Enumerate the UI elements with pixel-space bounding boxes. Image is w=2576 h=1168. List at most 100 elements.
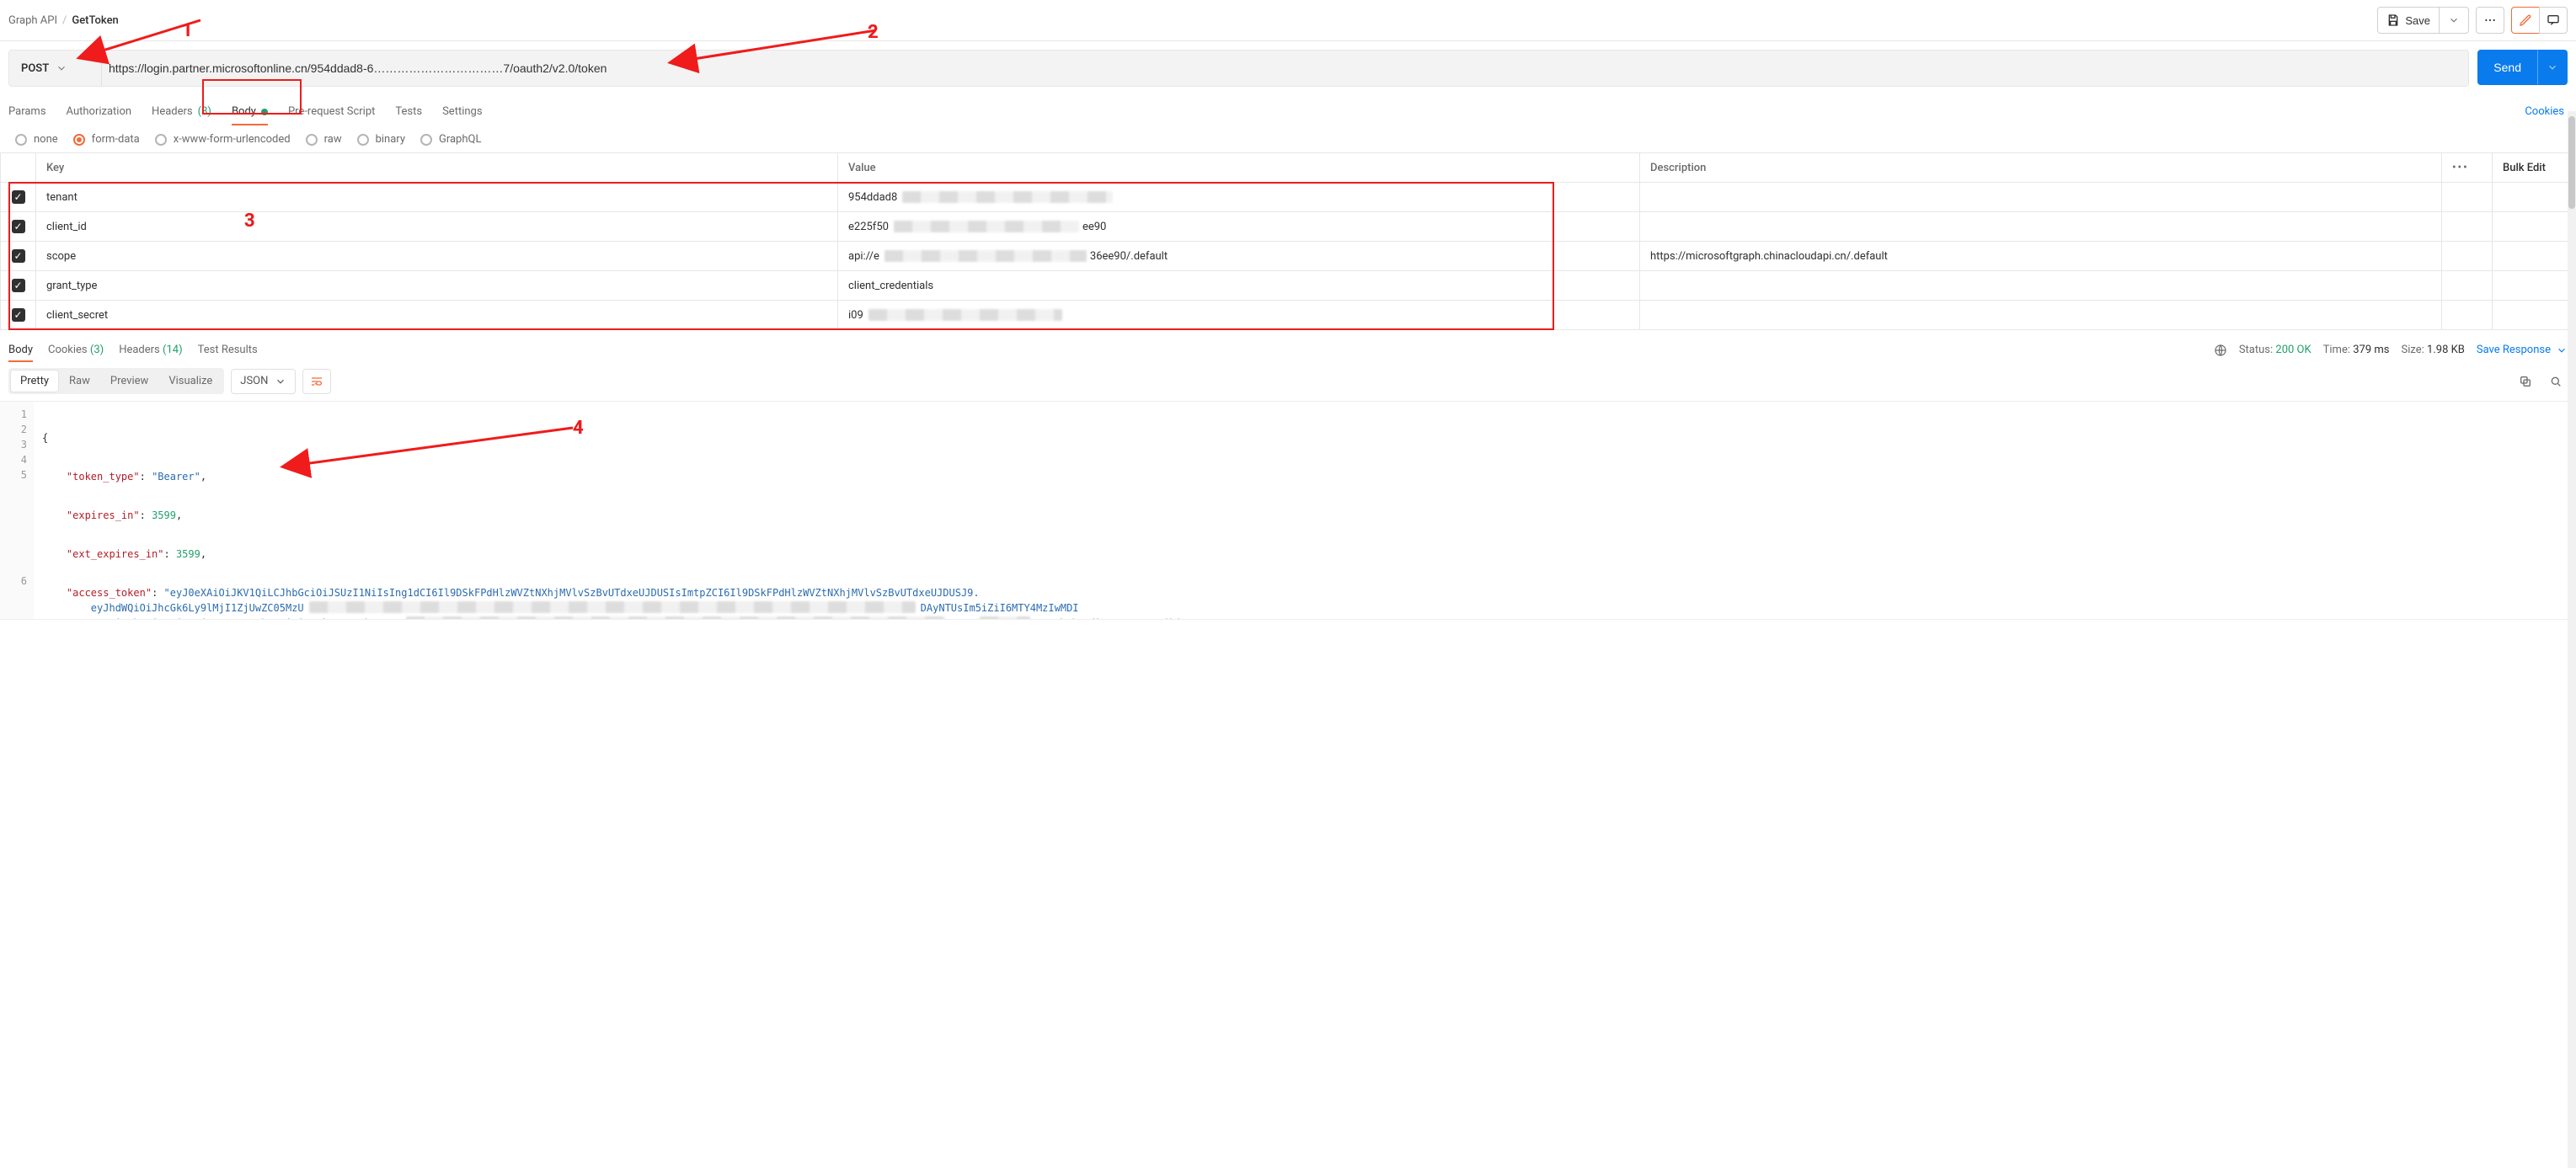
- cell-value[interactable]: i09: [837, 301, 1639, 329]
- http-method-select[interactable]: POST: [9, 51, 102, 86]
- cell-value[interactable]: 954ddad8: [837, 183, 1639, 211]
- table-row: ✓ client_secreti09: [0, 300, 2576, 329]
- body-type-form-data[interactable]: form-data: [73, 133, 140, 146]
- save-button-group: Save: [2377, 7, 2469, 34]
- table-row: ✓ tenant954ddad8: [0, 182, 2576, 211]
- response-language-select[interactable]: JSON: [231, 369, 296, 394]
- body-type-none[interactable]: none: [15, 133, 58, 146]
- cell-value[interactable]: e225f50ee90: [837, 212, 1639, 241]
- tab-settings[interactable]: Settings: [442, 99, 482, 125]
- wrap-lines-button[interactable]: [302, 369, 331, 394]
- cell-description[interactable]: [1639, 183, 2441, 211]
- response-code-viewer[interactable]: 12345 6 { "token_type": "Bearer", "expir…: [0, 401, 2576, 620]
- col-description: Description: [1639, 153, 2441, 182]
- copy-response-button[interactable]: [2514, 370, 2537, 393]
- request-tabs: Params Authorization Headers (8) Body Pr…: [8, 99, 483, 125]
- row-enabled-checkbox[interactable]: ✓: [12, 249, 25, 263]
- send-button[interactable]: Send: [2477, 50, 2537, 85]
- save-dropdown-button[interactable]: [2439, 7, 2469, 34]
- bulk-edit-link[interactable]: Bulk Edit: [2492, 153, 2576, 182]
- col-value: Value: [837, 153, 1639, 182]
- chevron-down-icon: [2448, 14, 2460, 26]
- viewer-raw[interactable]: Raw: [59, 370, 100, 392]
- redacted-value: [884, 250, 1087, 262]
- body-type-binary[interactable]: binary: [357, 133, 405, 146]
- chevron-down-icon: [2556, 344, 2568, 356]
- viewer-preview[interactable]: Preview: [100, 370, 158, 392]
- copy-icon: [2519, 375, 2532, 388]
- row-enabled-checkbox[interactable]: ✓: [12, 190, 25, 204]
- tab-authorization[interactable]: Authorization: [67, 99, 132, 125]
- row-enabled-checkbox[interactable]: ✓: [12, 220, 25, 233]
- breadcrumb: Graph API / GetToken: [8, 14, 119, 27]
- more-horizontal-icon: [2483, 13, 2497, 27]
- body-type-graphql[interactable]: GraphQL: [420, 133, 481, 146]
- body-type-x-www-form-urlencoded[interactable]: x-www-form-urlencoded: [155, 133, 291, 146]
- globe-icon: [2214, 344, 2227, 357]
- tab-tests[interactable]: Tests: [395, 99, 422, 125]
- search-response-button[interactable]: [2544, 370, 2568, 393]
- table-row: ✓ client_ide225f50ee90: [0, 211, 2576, 241]
- chevron-down-icon: [2547, 61, 2558, 73]
- viewer-mode-tabs: Pretty Raw Preview Visualize: [8, 368, 224, 394]
- redacted-value: [902, 191, 1113, 203]
- scrollbar[interactable]: [2568, 111, 2576, 1168]
- request-bar: POST: [8, 50, 2469, 87]
- body-dirty-dot: [261, 109, 268, 115]
- tab-prerequest[interactable]: Pre-request Script: [288, 99, 375, 125]
- tab-headers[interactable]: Headers (8): [152, 99, 211, 125]
- chevron-down-icon: [56, 62, 67, 74]
- cell-description[interactable]: https://microsoftgraph.chinacloudapi.cn/…: [1639, 242, 2441, 270]
- comment-icon: [2547, 13, 2560, 27]
- col-more[interactable]: •••: [2441, 153, 2492, 182]
- pencil-icon: [2519, 13, 2532, 27]
- save-button[interactable]: Save: [2377, 7, 2440, 34]
- resp-tab-body[interactable]: Body: [8, 339, 33, 361]
- cell-description[interactable]: [1639, 271, 2441, 300]
- cell-key[interactable]: client_secret: [35, 301, 837, 329]
- breadcrumb-current: GetToken: [72, 14, 118, 27]
- cell-value[interactable]: api://e36ee90/.default: [837, 242, 1639, 270]
- resp-tab-cookies[interactable]: Cookies (3): [48, 339, 104, 361]
- cell-value[interactable]: client_credentials: [837, 271, 1639, 300]
- more-options-button[interactable]: [2476, 7, 2504, 34]
- edit-button[interactable]: [2511, 7, 2540, 34]
- redacted-value: [868, 309, 1062, 321]
- tab-body[interactable]: Body: [232, 99, 268, 125]
- viewer-visualize[interactable]: Visualize: [158, 370, 222, 392]
- row-enabled-checkbox[interactable]: ✓: [12, 279, 25, 292]
- body-type-radios: none form-data x-www-form-urlencoded raw…: [0, 125, 2576, 152]
- comments-button[interactable]: [2539, 7, 2568, 34]
- cell-key[interactable]: client_id: [35, 212, 837, 241]
- top-actions: Save: [2377, 7, 2568, 34]
- body-type-raw[interactable]: raw: [306, 133, 342, 146]
- table-row: ✓ grant_typeclient_credentials: [0, 270, 2576, 300]
- code-content: { "token_type": "Bearer", "expires_in": …: [34, 402, 2576, 619]
- col-key: Key: [35, 153, 837, 182]
- redacted-value: [894, 221, 1079, 232]
- chevron-down-icon: [275, 376, 286, 387]
- request-url-input[interactable]: [102, 51, 2468, 86]
- resp-tab-test-results[interactable]: Test Results: [198, 339, 258, 361]
- cell-key[interactable]: tenant: [35, 183, 837, 211]
- save-icon: [2386, 13, 2400, 27]
- search-icon: [2549, 375, 2563, 388]
- wrap-icon: [310, 375, 323, 388]
- send-dropdown-button[interactable]: [2537, 50, 2568, 85]
- response-meta: Status: 200 OK Time: 379 ms Size: 1.98 K…: [2214, 344, 2568, 357]
- cell-description[interactable]: [1639, 301, 2441, 329]
- response-tabs: Body Cookies (3) Headers (14) Test Resul…: [8, 339, 258, 361]
- row-enabled-checkbox[interactable]: ✓: [12, 308, 25, 322]
- form-data-table: Key Value Description ••• Bulk Edit ✓ ten…: [0, 152, 2576, 330]
- cell-key[interactable]: scope: [35, 242, 837, 270]
- cookies-link[interactable]: Cookies: [2525, 105, 2568, 118]
- cell-key[interactable]: grant_type: [35, 271, 837, 300]
- table-row: ✓ scopeapi://e36ee90/.defaulthttps://micr…: [0, 241, 2576, 270]
- tab-params[interactable]: Params: [8, 99, 46, 125]
- breadcrumb-parent[interactable]: Graph API: [8, 14, 57, 27]
- save-response-link[interactable]: Save Response: [2477, 344, 2568, 356]
- cell-description[interactable]: [1639, 212, 2441, 241]
- viewer-pretty[interactable]: Pretty: [10, 370, 59, 392]
- right-toggle-group: [2511, 7, 2568, 34]
- resp-tab-headers[interactable]: Headers (14): [119, 339, 182, 361]
